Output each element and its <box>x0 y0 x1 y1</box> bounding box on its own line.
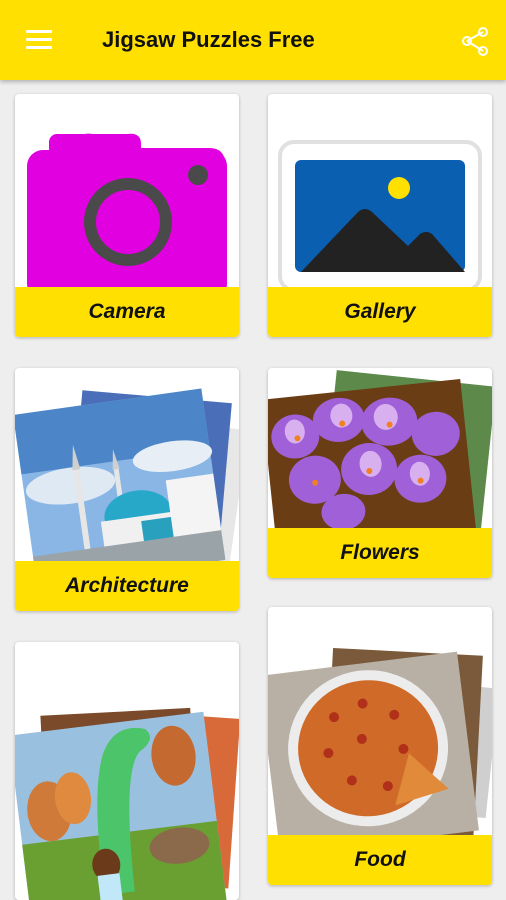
camera-icon <box>27 133 227 294</box>
category-card-food[interactable]: Food <box>268 607 492 885</box>
category-card-gallery[interactable]: Gallery <box>268 94 492 337</box>
flowers-image <box>268 370 492 533</box>
menu-icon <box>26 30 52 33</box>
app-title: Jigsaw Puzzles Free <box>102 27 315 52</box>
category-card-camera[interactable]: Camera <box>15 94 239 337</box>
category-label-camera: Camera <box>15 287 239 337</box>
dinosaur-cartoon-image <box>15 707 239 900</box>
architecture-image <box>15 388 239 568</box>
category-label-gallery: Gallery <box>268 287 492 337</box>
category-card-architecture[interactable]: Architecture <box>15 368 239 611</box>
gallery-icon <box>278 140 482 292</box>
menu-button[interactable] <box>18 22 58 58</box>
category-card-kids[interactable] <box>15 642 239 900</box>
category-label-food: Food <box>268 835 492 885</box>
app-bar: Jigsaw Puzzles Free <box>0 0 506 80</box>
category-label-flowers: Flowers <box>268 528 492 578</box>
share-button[interactable] <box>458 26 494 58</box>
food-image <box>268 647 492 842</box>
category-card-flowers[interactable]: Flowers <box>268 368 492 578</box>
share-icon <box>462 27 488 56</box>
category-label-architecture: Architecture <box>15 561 239 611</box>
